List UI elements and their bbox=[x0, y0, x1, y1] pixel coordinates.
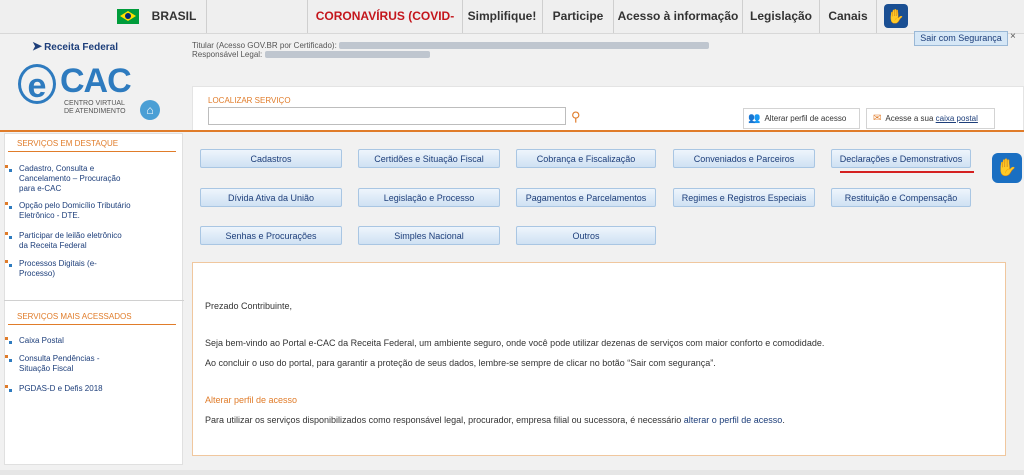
sidebar-item-label: PGDAS-D e Defis 2018 bbox=[19, 384, 103, 393]
users-icon: 👥 bbox=[748, 113, 761, 124]
category-simples[interactable]: Simples Nacional bbox=[358, 226, 500, 245]
category-divida-ativa[interactable]: Dívida Ativa da União bbox=[200, 188, 342, 207]
search-input[interactable] bbox=[208, 107, 566, 125]
caixa-postal-link[interactable]: caixa postal bbox=[936, 114, 978, 123]
perfil-title: Alterar perfil de acesso bbox=[205, 395, 298, 405]
category-declaracoes[interactable]: Declarações e Demonstrativos bbox=[831, 149, 974, 173]
sidebar-item-label: Processos Digitais (e- Processo) bbox=[19, 259, 97, 278]
close-icon[interactable]: × bbox=[1010, 31, 1016, 42]
ecac-subtitle-line-2: DE ATENDIMENTO bbox=[64, 108, 126, 115]
sidebar-item-caixa-postal[interactable]: Caixa Postal bbox=[5, 336, 64, 346]
sidebar-item-pgdas[interactable]: PGDAS-D e Defis 2018 bbox=[5, 384, 103, 394]
category-certidoes[interactable]: Certidões e Situação Fiscal bbox=[358, 149, 500, 168]
category-regimes[interactable]: Regimes e Registros Especiais bbox=[673, 188, 815, 207]
receita-federal-logo[interactable]: ➤ Receita Federal bbox=[32, 39, 118, 53]
ecac-subtitle-line-1: CENTRO VIRTUAL bbox=[64, 100, 125, 107]
eagle-icon: ➤ bbox=[32, 39, 43, 53]
perfil-text: Para utilizar os serviços disponibilizad… bbox=[205, 415, 682, 425]
bullet-icon bbox=[5, 165, 12, 172]
covid-link[interactable]: CORONAVÍRUS (COVID-19) bbox=[307, 0, 463, 56]
caixa-postal-button[interactable]: ✉ Acesse a sua caixa postal bbox=[866, 108, 995, 129]
sidebar-item-label: Opção pelo Domicílio Tributário Eletrôni… bbox=[19, 201, 131, 220]
destaque-divider bbox=[8, 151, 176, 152]
welcome-line-1: Seja bem-vindo ao Portal e-CAC da Receit… bbox=[205, 338, 825, 348]
ecac-logo-text: CAC bbox=[60, 62, 132, 100]
acesso-informacao-link[interactable]: Acesso à informação bbox=[614, 0, 743, 33]
caixa-prefix: Acesse a sua bbox=[885, 114, 934, 123]
redacted-responsavel bbox=[264, 51, 430, 59]
category-conveniados[interactable]: Conveniados e Parceiros bbox=[673, 149, 815, 168]
responsavel-label: Responsável Legal: bbox=[192, 50, 263, 59]
alterar-perfil-button[interactable]: 👥 Alterar perfil de acesso bbox=[743, 108, 860, 129]
gov-top-bar: BRASIL CORONAVÍRUS (COVID-19) Simplifiqu… bbox=[0, 0, 1024, 56]
sidebar-item-label: Caixa Postal bbox=[19, 336, 64, 345]
sidebar-item-label: Cadastro, Consulta e Cancelamento – Proc… bbox=[19, 164, 121, 193]
search-icon[interactable]: ⚲ bbox=[571, 109, 581, 125]
mail-icon: ✉ bbox=[873, 113, 882, 124]
ecac-subtitle: CENTRO VIRTUAL DE ATENDIMENTO bbox=[64, 100, 126, 116]
welcome-greeting: Prezado Contribuinte, bbox=[205, 301, 293, 311]
legislacao-link[interactable]: Legislação bbox=[743, 0, 820, 33]
sidebar-item-dte[interactable]: Opção pelo Domicílio Tributário Eletrôni… bbox=[5, 201, 131, 221]
perfil-paragraph: Para utilizar os serviços disponibilizad… bbox=[205, 415, 785, 425]
country-link[interactable]: BRASIL bbox=[142, 0, 207, 33]
category-outros[interactable]: Outros bbox=[516, 226, 656, 245]
user-info: Titular (Acesso GOV.BR por Certificado):… bbox=[192, 41, 710, 59]
perfil-period: . bbox=[782, 415, 785, 425]
sidebar-item-pendencias[interactable]: Consulta Pendências - Situação Fiscal bbox=[5, 354, 100, 374]
home-icon[interactable]: ⌂ bbox=[140, 100, 160, 120]
canais-link[interactable]: Canais bbox=[820, 0, 877, 33]
titular-label: Titular (Acesso GOV.BR por Certificado): bbox=[192, 41, 337, 50]
sidebar-item-label: Participar de leilão eletrônico da Recei… bbox=[19, 231, 122, 250]
brazil-flag-icon bbox=[117, 9, 139, 24]
sidebar-section-divider bbox=[4, 300, 184, 301]
sidebar-item-eprocesso[interactable]: Processos Digitais (e- Processo) bbox=[5, 259, 97, 279]
acessados-divider bbox=[8, 324, 176, 325]
bullet-icon bbox=[5, 355, 12, 362]
alterar-perfil-link[interactable]: alterar o perfil de acesso bbox=[684, 415, 783, 425]
sidebar-item-label: Consulta Pendências - Situação Fiscal bbox=[19, 354, 100, 373]
brand-name: Receita Federal bbox=[44, 42, 118, 53]
redacted-titular bbox=[339, 42, 710, 50]
bullet-icon bbox=[5, 232, 12, 239]
category-cobranca[interactable]: Cobrança e Fiscalização bbox=[516, 149, 656, 168]
header-divider bbox=[0, 130, 1024, 132]
destaque-title: SERVIÇOS EM DESTAQUE bbox=[17, 139, 119, 148]
search-label: LOCALIZAR SERVIÇO bbox=[208, 96, 291, 105]
category-senhas[interactable]: Senhas e Procurações bbox=[200, 226, 342, 245]
bullet-icon bbox=[5, 260, 12, 267]
sidebar-item-procuracao[interactable]: Cadastro, Consulta e Cancelamento – Proc… bbox=[5, 164, 121, 194]
simplifique-link[interactable]: Simplifique! bbox=[462, 0, 543, 33]
category-legislacao[interactable]: Legislação e Processo bbox=[358, 188, 500, 207]
acessados-title: SERVIÇOS MAIS ACESSADOS bbox=[17, 312, 132, 321]
alterar-perfil-label: Alterar perfil de acesso bbox=[764, 114, 847, 123]
sign-language-icon[interactable]: ✋ bbox=[992, 153, 1022, 183]
footer-strip bbox=[0, 470, 1024, 475]
category-cadastros[interactable]: Cadastros bbox=[200, 149, 342, 168]
ecac-logo-icon: e bbox=[18, 64, 56, 105]
bullet-icon bbox=[5, 385, 12, 392]
welcome-line-2: Ao concluir o uso do portal, para garant… bbox=[205, 358, 716, 368]
category-restituicao[interactable]: Restituição e Compensação bbox=[831, 188, 971, 207]
bullet-icon bbox=[5, 202, 12, 209]
sair-com-seguranca-button[interactable]: Sair com Segurança bbox=[914, 31, 1008, 46]
category-pagamentos[interactable]: Pagamentos e Parcelamentos bbox=[516, 188, 656, 207]
participe-link[interactable]: Participe bbox=[543, 0, 614, 33]
bullet-icon bbox=[5, 337, 12, 344]
sign-language-icon[interactable]: ✋ bbox=[884, 4, 908, 28]
sidebar-item-leilao[interactable]: Participar de leilão eletrônico da Recei… bbox=[5, 231, 122, 251]
